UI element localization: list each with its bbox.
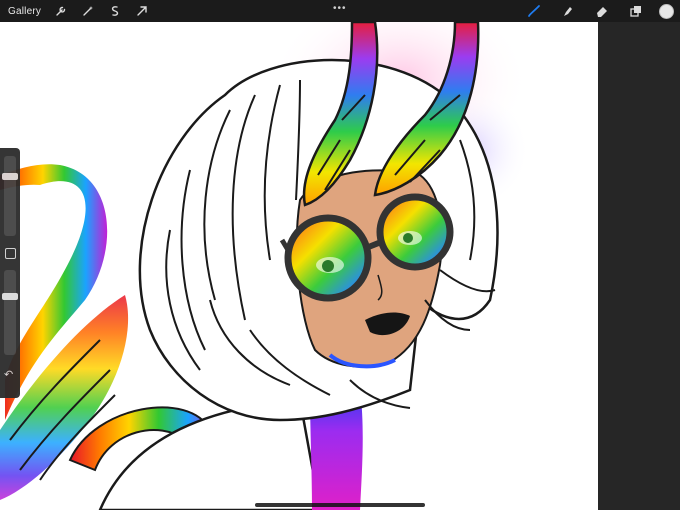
undo-button[interactable]: ↶ [4,368,13,381]
eraser-icon[interactable] [591,0,613,22]
color-picker-button[interactable] [659,3,674,19]
brush-size-thumb[interactable] [2,173,18,180]
canvas-background-panel [598,22,680,510]
opacity-thumb[interactable] [2,292,18,300]
left-sidebar: ↶ [0,148,20,398]
brush-size-slider[interactable] [2,156,18,236]
more-options-button[interactable]: ••• [333,3,347,14]
modify-button[interactable] [5,248,16,259]
smudge-icon[interactable] [557,0,579,22]
gallery-button[interactable]: Gallery [8,6,41,17]
home-indicator [255,503,425,507]
magic-wand-icon[interactable] [78,0,98,22]
transform-arrow-icon[interactable] [132,0,152,22]
top-toolbar: Gallery ••• [0,0,680,22]
layers-icon[interactable] [625,0,647,22]
drawing-canvas[interactable] [0,22,598,510]
brush-icon[interactable] [523,0,545,22]
right-tools [511,0,680,22]
selection-icon[interactable] [105,0,125,22]
opacity-slider[interactable] [2,270,18,355]
artwork [0,22,530,510]
wrench-icon[interactable] [51,0,71,22]
